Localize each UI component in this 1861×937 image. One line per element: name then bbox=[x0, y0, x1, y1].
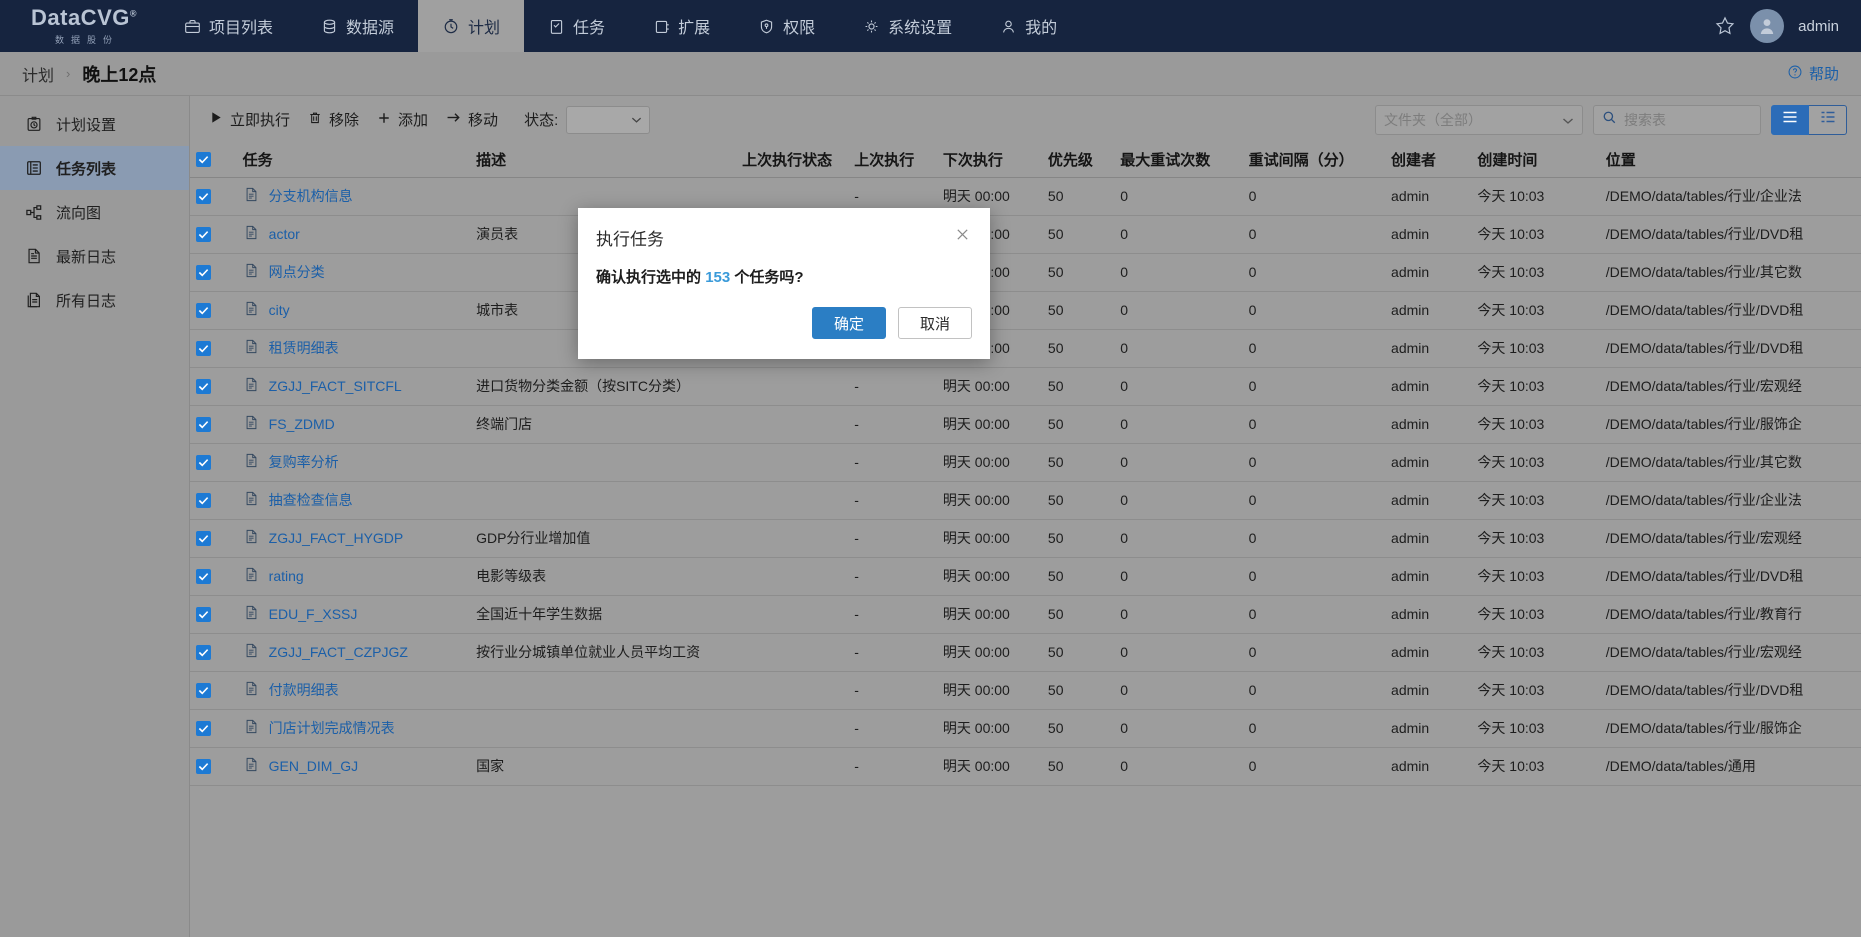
star-icon[interactable] bbox=[1714, 15, 1736, 37]
brand-registered-mark: ® bbox=[129, 8, 137, 19]
briefcase-icon bbox=[184, 18, 201, 35]
breadcrumb: 计划 › 晚上12点 帮助 bbox=[0, 52, 1861, 96]
plugin-icon bbox=[653, 18, 670, 35]
nav-item-label: 数据源 bbox=[346, 20, 395, 37]
task-list-icon bbox=[24, 159, 44, 177]
main-nav-items: 项目列表 数据源 计划 任务 扩展 权限 系统设置 我的 bbox=[160, 0, 1081, 52]
schedule-settings-icon bbox=[24, 115, 44, 133]
sidebar-item-schedule-settings[interactable]: 计划设置 bbox=[0, 102, 189, 146]
clock-icon bbox=[442, 17, 460, 35]
dialog-message-suffix: 个任务吗? bbox=[734, 269, 804, 286]
document-icon bbox=[24, 247, 44, 265]
modal-backdrop bbox=[190, 96, 1861, 937]
topnav-right-group: admin bbox=[1714, 0, 1861, 52]
nav-item-label: 项目列表 bbox=[209, 20, 274, 37]
nav-item-label: 任务 bbox=[573, 20, 606, 37]
nav-item-label: 系统设置 bbox=[888, 20, 953, 37]
nav-item-system-settings[interactable]: 系统设置 bbox=[839, 0, 976, 52]
nav-item-extensions[interactable]: 扩展 bbox=[629, 0, 734, 52]
flow-diagram-icon bbox=[24, 203, 44, 222]
main-panel: 立即执行 移除 添加 移动 状态: 文件夹（全部） 搜索表 任务 描述 上次执行… bbox=[190, 96, 1861, 937]
execute-task-dialog: 执行任务 确认执行选中的 153 个任务吗? 确定 取消 bbox=[578, 208, 990, 359]
sidebar-item-label: 流向图 bbox=[56, 204, 102, 222]
brand-name-text: DataCVG bbox=[31, 4, 130, 30]
shield-icon bbox=[758, 18, 775, 35]
sidebar-item-flow-diagram[interactable]: 流向图 bbox=[0, 190, 189, 234]
help-label: 帮助 bbox=[1808, 66, 1839, 83]
dialog-header: 执行任务 bbox=[578, 208, 990, 256]
sidebar-item-latest-log[interactable]: 最新日志 bbox=[0, 234, 189, 278]
top-navigation-bar: DataCVG® 数据股份 项目列表 数据源 计划 任务 扩展 权限 系统设置 … bbox=[0, 0, 1861, 52]
confirm-button[interactable]: 确定 bbox=[812, 307, 886, 339]
question-circle-icon bbox=[1787, 64, 1803, 84]
sidebar-item-label: 计划设置 bbox=[56, 116, 117, 134]
nav-item-datasource[interactable]: 数据源 bbox=[297, 0, 418, 52]
dialog-footer: 确定 取消 bbox=[578, 307, 990, 359]
dialog-task-count: 153 bbox=[705, 269, 731, 286]
app-logo[interactable]: DataCVG® 数据股份 bbox=[0, 0, 160, 52]
page-title: 晚上12点 bbox=[82, 64, 157, 85]
nav-item-mine[interactable]: 我的 bbox=[976, 0, 1081, 52]
nav-item-label: 我的 bbox=[1025, 20, 1058, 37]
dialog-title: 执行任务 bbox=[596, 230, 664, 249]
sidebar-item-task-list[interactable]: 任务列表 bbox=[0, 146, 189, 190]
dialog-message: 确认执行选中的 153 个任务吗? bbox=[578, 256, 990, 307]
database-icon bbox=[321, 18, 338, 35]
sidebar-item-label: 所有日志 bbox=[56, 292, 117, 310]
breadcrumb-separator-icon: › bbox=[66, 66, 71, 81]
clipboard-check-icon bbox=[548, 18, 565, 35]
nav-item-label: 扩展 bbox=[678, 20, 711, 37]
nav-item-projects[interactable]: 项目列表 bbox=[160, 0, 297, 52]
cancel-button[interactable]: 取消 bbox=[898, 307, 972, 339]
help-link[interactable]: 帮助 bbox=[1787, 63, 1839, 84]
nav-item-label: 计划 bbox=[468, 20, 501, 37]
nav-item-label: 权限 bbox=[783, 20, 816, 37]
nav-item-tasks[interactable]: 任务 bbox=[524, 0, 629, 52]
gear-icon bbox=[863, 18, 880, 35]
sidebar-item-label: 最新日志 bbox=[56, 248, 117, 266]
nav-item-schedule[interactable]: 计划 bbox=[418, 0, 525, 52]
username-label[interactable]: admin bbox=[1798, 18, 1839, 35]
avatar[interactable] bbox=[1750, 9, 1785, 43]
nav-item-permissions[interactable]: 权限 bbox=[734, 0, 839, 52]
close-icon[interactable] bbox=[953, 225, 972, 248]
sidebar-item-label: 任务列表 bbox=[56, 160, 117, 178]
brand-name: DataCVG® bbox=[31, 4, 137, 30]
breadcrumb-root[interactable]: 计划 bbox=[22, 62, 54, 86]
brand-subtitle: 数据股份 bbox=[54, 34, 119, 45]
sidebar-item-all-logs[interactable]: 所有日志 bbox=[0, 278, 189, 322]
sidebar: 计划设置 任务列表 流向图 最新日志 所有日志 bbox=[0, 96, 190, 937]
user-icon bbox=[1000, 18, 1017, 35]
dialog-message-prefix: 确认执行选中的 bbox=[596, 269, 702, 286]
documents-icon bbox=[24, 291, 44, 309]
